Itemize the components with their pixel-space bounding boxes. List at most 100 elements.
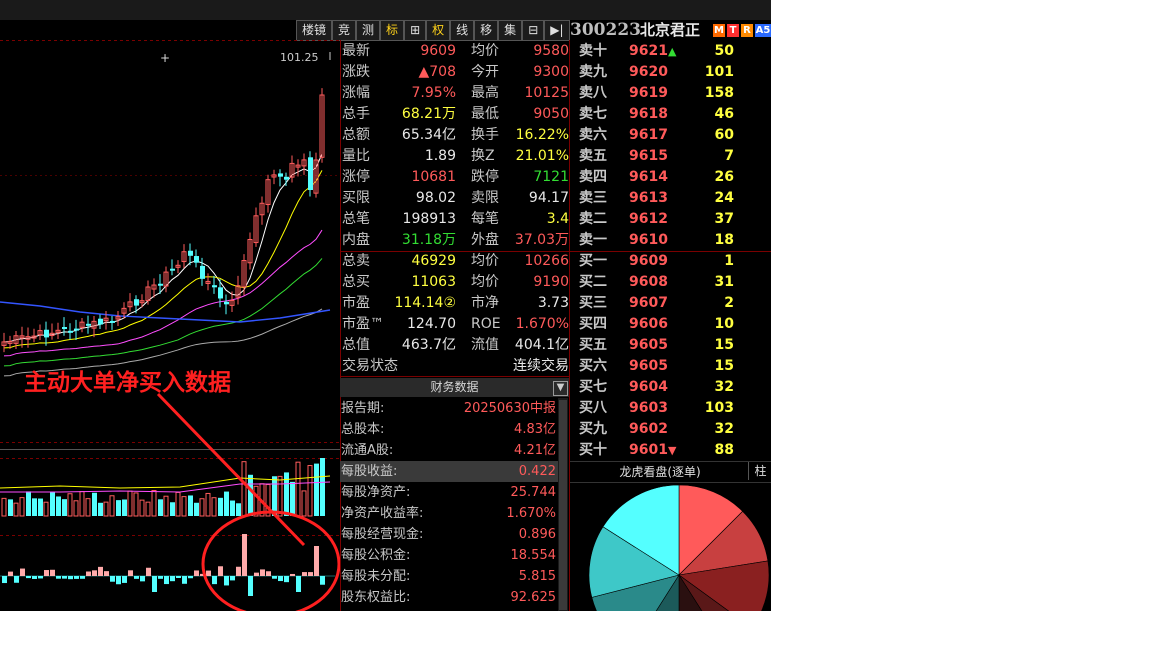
quote-value: 46929 — [411, 253, 456, 269]
order-price: 9609 — [629, 253, 668, 269]
order-label: 买二 — [579, 274, 607, 290]
financial-row[interactable]: 每股净资产: 25.744 — [340, 482, 558, 503]
financial-row[interactable]: 每股收益: 0.422 — [340, 461, 558, 482]
badge-r[interactable]: R — [741, 24, 753, 37]
order-volume: 15 — [714, 337, 734, 353]
scrollbar-thumb[interactable] — [559, 400, 567, 610]
quote-value: 463.7亿 — [401, 337, 456, 353]
financial-row[interactable]: 报告期: 20250630中报 — [340, 398, 558, 419]
volume-bar — [145, 501, 151, 517]
financial-data-header[interactable]: 财务数据 — [340, 378, 569, 397]
volume-bar — [50, 492, 55, 516]
net-buy-bar — [128, 570, 133, 576]
order-label: 卖六 — [579, 127, 607, 143]
net-buy-bar — [98, 566, 103, 576]
net-buy-bar — [68, 576, 73, 580]
net-buy-bar — [320, 576, 325, 585]
toolbar-button-collapse[interactable]: ⊟ — [522, 20, 545, 41]
financial-row[interactable]: 流通A股: 4.21亿 — [340, 440, 558, 461]
financial-row[interactable]: 每股公积金: 18.554 — [340, 545, 558, 566]
quote-value: 16.22% — [515, 127, 569, 143]
quote-label: 量比 — [342, 148, 370, 164]
quote-value: 11063 — [411, 274, 456, 290]
order-price: 9613 — [629, 190, 668, 206]
volume-bar — [13, 502, 19, 517]
toolbar-button-louj[interactable]: 楼镜 — [296, 20, 333, 41]
financial-value: 1.670% — [506, 506, 556, 521]
toolbar-button-biao[interactable]: 标 — [380, 20, 405, 41]
financial-row[interactable]: 每股经营现金: 0.896 — [340, 524, 558, 545]
toolbar-button-jing[interactable]: 竞 — [332, 20, 357, 41]
volume-bar — [8, 499, 13, 516]
kline-chart[interactable]: + — [0, 40, 340, 611]
volume-bar — [199, 498, 205, 517]
toolbar-button-grid[interactable]: ⊞ — [404, 20, 427, 41]
toolbar-button-ce[interactable]: 测 — [356, 20, 381, 41]
volume-bar — [205, 492, 211, 517]
financial-row[interactable]: 总股本: 4.83亿 — [340, 419, 558, 440]
toolbar-button-yi[interactable]: 移 — [474, 20, 499, 41]
net-buy-bar — [230, 576, 235, 581]
quote-label: 跌停 — [471, 169, 499, 185]
toolbar-button-end[interactable]: ▶| — [544, 20, 570, 41]
net-buy-bar — [284, 576, 289, 583]
financial-value: 25.744 — [510, 485, 557, 500]
volume-bar — [218, 497, 223, 516]
financial-collapse-button[interactable]: ▼ — [553, 381, 568, 396]
quote-label: 均价 — [471, 274, 499, 290]
chart-toolbar: 楼镜 竞 测 标 ⊞ 权 线 移 集 ⊟ ▶| — [296, 20, 570, 41]
candle-body — [212, 285, 217, 288]
financial-value: 5.815 — [518, 569, 556, 584]
financial-scrollbar[interactable] — [558, 398, 568, 611]
volume-bar — [248, 474, 253, 516]
financial-row[interactable]: 股东权益比: 92.625 — [340, 587, 558, 608]
volume-bar — [32, 498, 37, 516]
quote-label: 每笔 — [471, 211, 499, 227]
quote-value: 10266 — [524, 253, 569, 269]
title-bar — [0, 0, 771, 20]
volume-bar — [79, 491, 85, 517]
quote-label: 均价 — [471, 253, 499, 269]
quote-value: 3.73 — [537, 295, 569, 311]
chart-grid — [0, 40, 340, 536]
order-price: 9608 — [629, 274, 668, 290]
quote-label: 总笔 — [342, 211, 370, 227]
financial-row[interactable]: 净资产收益率: 1.670% — [340, 503, 558, 524]
toolbar-button-ji[interactable]: 集 — [498, 20, 523, 41]
volume-bar — [314, 463, 319, 516]
financial-value: 18.554 — [510, 548, 557, 563]
order-volume: 18 — [714, 232, 734, 248]
moving-average-lines — [0, 153, 331, 377]
order-volume: 15 — [714, 358, 734, 374]
net-buy-bar — [164, 576, 169, 585]
quote-value: ▲708 — [418, 64, 457, 80]
quote-value: 198913 — [402, 211, 456, 227]
financial-label: 每股公积金: — [341, 548, 411, 563]
net-buy-bar — [134, 576, 139, 579]
toolbar-button-quan[interactable]: 权 — [426, 20, 451, 41]
badge-m[interactable]: M — [713, 24, 725, 37]
longhu-bar-toggle[interactable]: 柱 — [748, 462, 771, 480]
stock-terminal-window: 楼镜 竞 测 标 ⊞ 权 线 移 集 ⊟ ▶| 300223 北京君正 M T … — [0, 0, 771, 611]
quote-value: 1.670% — [515, 316, 569, 332]
order-price: 9618 — [629, 106, 668, 122]
volume-bar — [67, 493, 73, 517]
quote-value: 9190 — [533, 274, 569, 290]
financial-label: 净资产收益率: — [341, 506, 424, 521]
candle-body — [62, 327, 67, 330]
quote-label: 今开 — [471, 64, 499, 80]
toolbar-button-xian[interactable]: 线 — [450, 20, 475, 41]
net-buy-bar — [32, 576, 37, 579]
annotation-text: 主动大单净买入数据 — [24, 370, 231, 396]
net-buy-bar — [86, 571, 91, 576]
net-buy-bar — [110, 576, 115, 582]
financial-row[interactable]: 每股未分配: 5.815 — [340, 566, 558, 587]
quote-value: 连续交易 — [513, 358, 569, 374]
order-label: 卖四 — [579, 169, 607, 185]
volume-bar — [139, 499, 145, 517]
badge-a5[interactable]: A5 — [755, 24, 771, 37]
badge-t[interactable]: T — [727, 24, 739, 37]
net-buy-bar — [272, 576, 277, 579]
quote-value: 10125 — [524, 85, 569, 101]
quote-label: 市净 — [471, 295, 499, 311]
